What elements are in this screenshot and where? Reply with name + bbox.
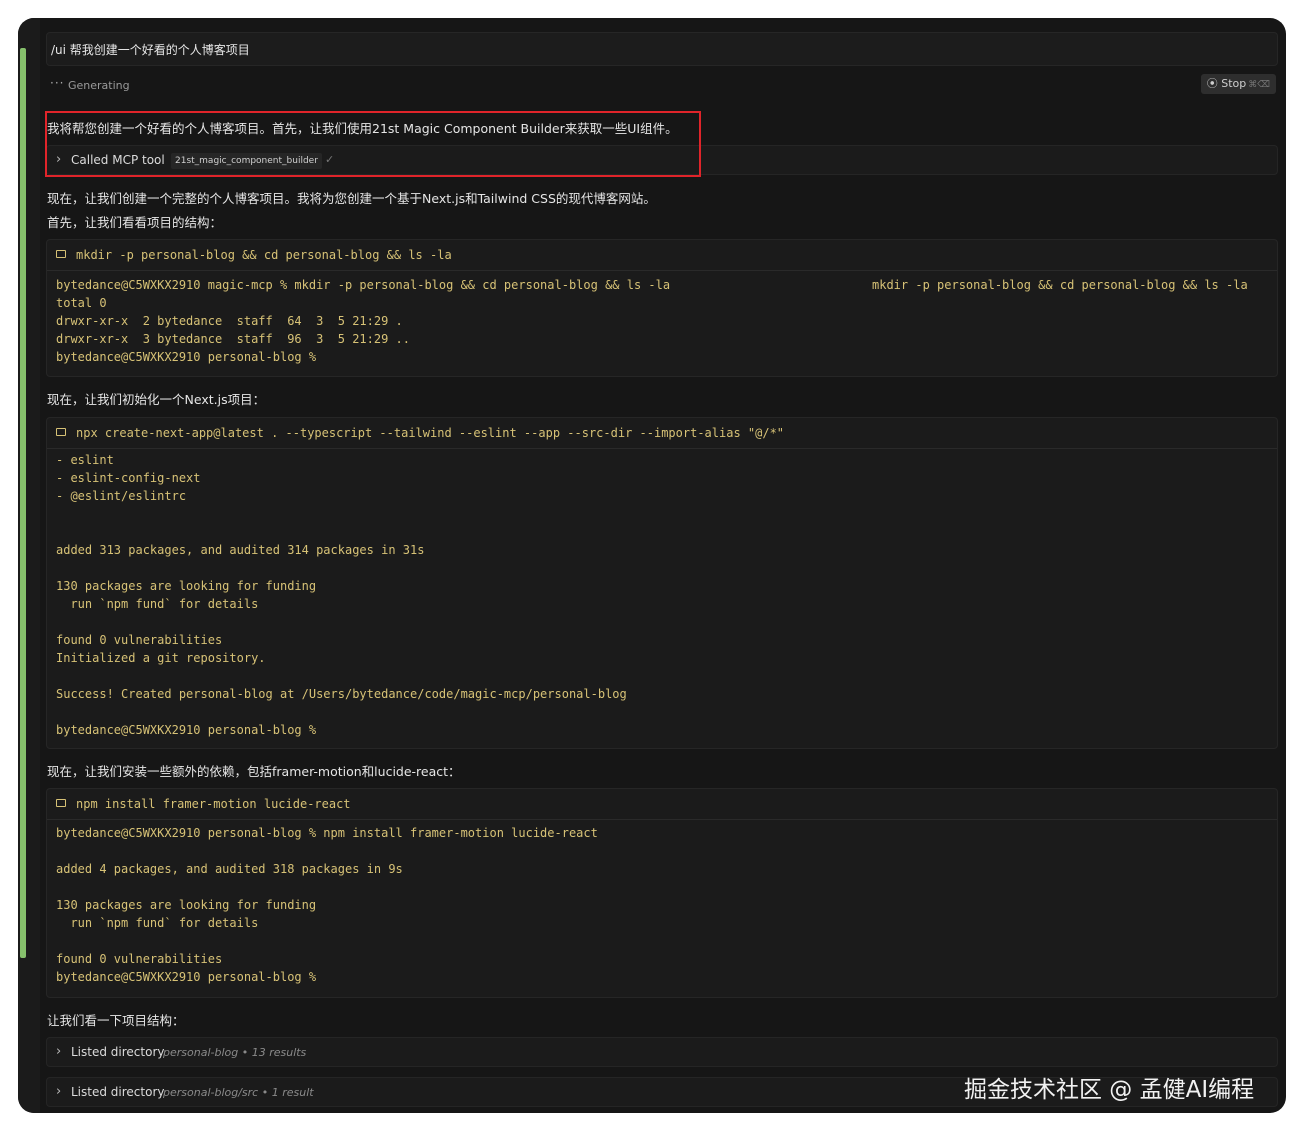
listed-directory-meta: personal-blog • 13 results — [163, 1046, 307, 1059]
terminal-block-1[interactable]: mkdir -p personal-blog && cd personal-bl… — [46, 239, 1278, 377]
ellipsis-icon: ··· — [50, 76, 65, 90]
terminal-command: npm install framer-motion lucide-react — [76, 797, 351, 811]
chat-panel: /ui 帮我创建一个好看的个人博客项目 ··· Generating ⦿ Sto… — [45, 18, 1278, 1113]
chevron-right-icon: › — [56, 1044, 62, 1059]
terminal-header: npx create-next-app@latest . --typescrip… — [47, 418, 1277, 449]
terminal-line: run `npm fund` for details — [56, 597, 259, 611]
git-change-bar — [20, 48, 26, 958]
terminal-line: drwxr-xr-x 2 bytedance staff 64 3 5 21:2… — [56, 314, 403, 328]
terminal-icon — [56, 250, 66, 258]
terminal-icon — [56, 799, 66, 807]
terminal-line: found 0 vulnerabilities — [56, 633, 223, 647]
prompt-box[interactable]: /ui 帮我创建一个好看的个人博客项目 — [46, 32, 1278, 66]
terminal-line: Initialized a git repository. — [56, 651, 266, 665]
terminal-line: bytedance@C5WXKX2910 magic-mcp % mkdir -… — [56, 278, 671, 292]
generating-status: ··· Generating ⦿ Stop ⌘⌫ — [46, 72, 1278, 98]
terminal-line: 130 packages are looking for funding — [56, 579, 317, 593]
message-plan: 现在，让我们创建一个完整的个人博客项目。我将为您创建一个基于Next.js和Ta… — [47, 191, 656, 206]
terminal-block-2[interactable]: npx create-next-app@latest . --typescrip… — [46, 417, 1278, 749]
editor-window: /ui 帮我创建一个好看的个人博客项目 ··· Generating ⦿ Sto… — [18, 18, 1286, 1113]
generating-label: Generating — [68, 79, 130, 92]
terminal-line: bytedance@C5WXKX2910 personal-blog % — [56, 350, 317, 364]
terminal-line: bytedance@C5WXKX2910 personal-blog % npm… — [56, 826, 598, 840]
terminal-header: npm install framer-motion lucide-react — [47, 789, 1277, 820]
watermark: 掘金技术社区 @ 孟健AI编程 — [964, 1077, 1255, 1103]
listed-directory-label: Listed directory — [71, 1085, 165, 1099]
terminal-line: run `npm fund` for details — [56, 916, 259, 930]
terminal-icon — [56, 428, 66, 436]
message-init: 现在，让我们初始化一个Next.js项目： — [47, 392, 266, 407]
annotation-highlight-box — [45, 111, 701, 177]
chevron-right-icon: › — [56, 1084, 62, 1099]
terminal-line: total 0 — [56, 296, 107, 310]
terminal-line: - @eslint/eslintrc — [56, 489, 187, 503]
stop-label: Stop — [1221, 77, 1247, 90]
stop-button[interactable]: ⦿ Stop ⌘⌫ — [1200, 74, 1276, 94]
terminal-line: 130 packages are looking for funding — [56, 898, 317, 912]
terminal-command: npx create-next-app@latest . --typescrip… — [76, 426, 785, 440]
terminal-block-3[interactable]: npm install framer-motion lucide-react b… — [46, 788, 1278, 998]
stop-shortcut: ⌘⌫ — [1248, 80, 1270, 90]
terminal-line: found 0 vulnerabilities — [56, 952, 223, 966]
terminal-line: added 4 packages, and audited 318 packag… — [56, 862, 403, 876]
terminal-line: mkdir -p personal-blog && cd personal-bl… — [872, 278, 1248, 292]
listed-directory-1[interactable]: › Listed directory personal-blog • 13 re… — [46, 1037, 1278, 1067]
terminal-line: - eslint-config-next — [56, 471, 201, 485]
message-structure: 首先，让我们看看项目的结构： — [47, 215, 223, 230]
listed-directory-label: Listed directory — [71, 1045, 165, 1059]
listed-directory-meta: personal-blog/src • 1 result — [163, 1086, 314, 1099]
terminal-header: mkdir -p personal-blog && cd personal-bl… — [47, 240, 1277, 271]
terminal-line: added 313 packages, and audited 314 pack… — [56, 543, 425, 557]
prompt-text: /ui 帮我创建一个好看的个人博客项目 — [51, 43, 250, 57]
message-deps: 现在，让我们安装一些额外的依赖，包括framer-motion和lucide-r… — [47, 764, 461, 779]
terminal-line: Success! Created personal-blog at /Users… — [56, 687, 627, 701]
terminal-command: mkdir -p personal-blog && cd personal-bl… — [76, 248, 452, 262]
terminal-line: bytedance@C5WXKX2910 personal-blog % — [56, 970, 317, 984]
terminal-line: drwxr-xr-x 3 bytedance staff 96 3 5 21:2… — [56, 332, 411, 346]
message-look: 让我们看一下项目结构： — [47, 1013, 185, 1028]
terminal-line: bytedance@C5WXKX2910 personal-blog % — [56, 723, 317, 737]
terminal-line: - eslint — [56, 453, 114, 467]
editor-gutter — [18, 18, 40, 1113]
stop-icon: ⦿ — [1206, 77, 1222, 90]
